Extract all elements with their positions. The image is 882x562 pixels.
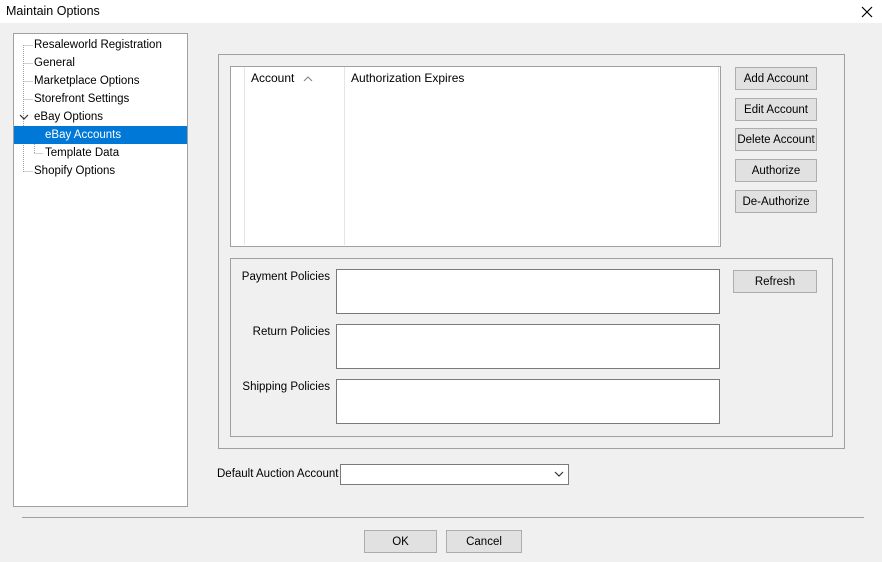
tree-item-label: Resaleworld Registration (34, 39, 162, 51)
column-header-account[interactable]: Account (251, 67, 345, 89)
tree-item-label: Storefront Settings (34, 93, 130, 105)
tree-item-label: Template Data (45, 147, 120, 159)
options-tree[interactable]: Resaleworld Registration General Marketp… (13, 33, 188, 507)
default-auction-account-select[interactable] (340, 464, 569, 485)
authorize-button[interactable]: Authorize (735, 159, 817, 182)
chevron-down-icon[interactable] (18, 108, 30, 126)
shipping-policies-list[interactable] (336, 379, 720, 424)
chevron-down-icon[interactable] (554, 470, 564, 478)
tree-item-ebay-options[interactable]: eBay Options (18, 108, 103, 126)
tree-item-template-data[interactable]: Template Data (45, 144, 119, 162)
payment-policies-list[interactable] (336, 269, 720, 314)
column-header-label: Authorization Expires (351, 71, 465, 85)
tree-item-general[interactable]: General (34, 54, 75, 72)
tree-item-marketplace-options[interactable]: Marketplace Options (34, 72, 139, 90)
return-policies-list[interactable] (336, 324, 720, 369)
return-policies-label: Return Policies (252, 326, 330, 338)
cancel-button[interactable]: Cancel (446, 530, 522, 553)
ok-button[interactable]: OK (364, 530, 437, 553)
title-bar: Maintain Options (0, 0, 882, 23)
tree-item-label: eBay Options (34, 111, 104, 123)
tree-item-label: General (34, 57, 75, 69)
close-button[interactable] (852, 0, 882, 23)
sort-ascending-icon (303, 76, 313, 82)
accounts-list[interactable]: Account Authorization Expires (230, 66, 721, 247)
tree-item-label: Marketplace Options (34, 75, 140, 87)
tree-item-storefront-settings[interactable]: Storefront Settings (34, 90, 129, 108)
delete-account-button[interactable]: Delete Account (735, 128, 817, 151)
default-auction-account-label: Default Auction Account (217, 468, 339, 480)
tree-item-shopify-options[interactable]: Shopify Options (34, 162, 115, 180)
window-title: Maintain Options (6, 4, 100, 18)
column-header-label: Account (251, 71, 295, 85)
close-icon (861, 6, 873, 17)
footer-divider (22, 517, 864, 518)
column-header-authorization-expires[interactable]: Authorization Expires (351, 67, 711, 89)
tree-item-resaleworld-registration[interactable]: Resaleworld Registration (34, 36, 162, 54)
edit-account-button[interactable]: Edit Account (735, 98, 817, 121)
tree-item-ebay-accounts[interactable]: eBay Accounts (14, 126, 187, 144)
payment-policies-label: Payment Policies (241, 271, 330, 283)
shipping-policies-label: Shipping Policies (242, 381, 330, 393)
column-separator (244, 67, 245, 245)
column-separator (718, 67, 719, 245)
tree-item-label: Shopify Options (34, 165, 116, 177)
accounts-list-header: Account Authorization Expires (231, 67, 720, 89)
tree-item-label: eBay Accounts (45, 129, 122, 141)
refresh-button[interactable]: Refresh (733, 270, 817, 293)
add-account-button[interactable]: Add Account (735, 67, 817, 90)
deauthorize-button[interactable]: De-Authorize (735, 190, 817, 213)
column-separator (344, 67, 345, 245)
